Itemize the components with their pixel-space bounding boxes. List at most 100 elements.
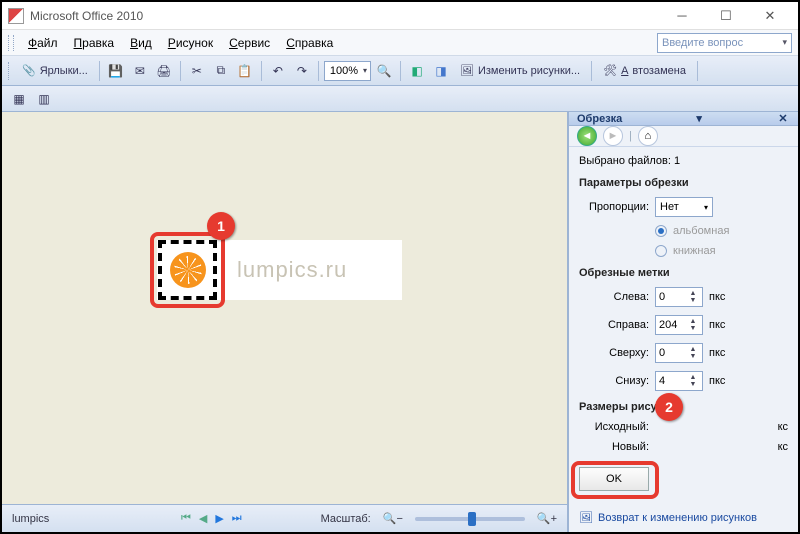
- thumbnail-view-button[interactable]: ▦: [8, 88, 30, 110]
- print-button[interactable]: 🖨: [153, 60, 175, 82]
- redo-button[interactable]: ↷: [291, 60, 313, 82]
- original-dims: кс: [778, 421, 788, 433]
- orientation-landscape-label: альбомная: [673, 225, 729, 237]
- menu-view[interactable]: Вид: [124, 33, 158, 53]
- titlebar: Microsoft Office 2010 ─ ☐ ✕: [2, 2, 798, 30]
- aspect-label: Пропорции:: [579, 201, 649, 213]
- autocorrect-button[interactable]: 🛠 Автозамена: [597, 60, 692, 82]
- panel-close-icon[interactable]: ✕: [776, 112, 790, 125]
- save-button[interactable]: 💾: [105, 60, 127, 82]
- zoom-in-icon[interactable]: 🔍+: [537, 512, 557, 525]
- unit-label: пкс: [709, 375, 725, 387]
- copy-button[interactable]: ⧉: [210, 60, 232, 82]
- nav-next-icon[interactable]: ▶: [215, 512, 223, 525]
- unit-label: пкс: [709, 347, 725, 359]
- ok-highlight: [571, 461, 659, 499]
- original-label: Исходный:: [579, 421, 649, 433]
- toolbar: 📎 Ярлыки... 💾 ✉ 🖨 ✂ ⧉ 📋 ↶ ↷ 100% ▾ 🔍 ◧ ◨…: [2, 56, 798, 86]
- aspect-select[interactable]: Нет ▾: [655, 197, 713, 217]
- chevron-down-icon: ▾: [704, 203, 708, 212]
- app-window: Microsoft Office 2010 ─ ☐ ✕ Файл Правка …: [0, 0, 800, 534]
- side-panel-header: Обрезка ▾ ✕: [569, 112, 798, 126]
- filmstrip-view-button[interactable]: ▥: [33, 88, 55, 110]
- tool-a-button[interactable]: ◧: [406, 60, 428, 82]
- side-panel-nav: ◄ ► | ⌂: [569, 126, 798, 147]
- menu-help[interactable]: Справка: [280, 33, 339, 53]
- window-title: Microsoft Office 2010: [30, 9, 660, 23]
- cut-button[interactable]: ✂: [186, 60, 208, 82]
- right-input[interactable]: 204▲▼: [655, 315, 703, 335]
- autocorrect-icon: 🛠: [603, 64, 617, 77]
- panel-menu-icon[interactable]: ▾: [692, 112, 706, 125]
- right-label: Справа:: [579, 319, 649, 331]
- edit-pictures-button[interactable]: 🖼 Изменить рисунки...: [454, 60, 586, 82]
- top-label: Сверху:: [579, 347, 649, 359]
- chevron-down-icon: ▾: [363, 66, 367, 75]
- edit-pictures-icon: 🖼: [460, 64, 474, 77]
- close-button[interactable]: ✕: [748, 2, 792, 29]
- nav-first-icon[interactable]: ⏮: [181, 512, 191, 525]
- shortcuts-icon: 📎: [22, 64, 36, 77]
- menu-edit[interactable]: Правка: [68, 33, 121, 53]
- viewbar: ▦ ▥: [2, 86, 798, 112]
- paste-button[interactable]: 📋: [234, 60, 256, 82]
- nav-last-icon[interactable]: ⏭: [232, 512, 242, 525]
- annotation-badge-1: 1: [207, 212, 235, 240]
- toolbar-grip[interactable]: [8, 62, 12, 80]
- top-input[interactable]: 0▲▼: [655, 343, 703, 363]
- side-panel-title: Обрезка: [577, 113, 622, 125]
- status-filename: lumpics: [12, 513, 102, 525]
- orange-slice-icon: [170, 252, 206, 288]
- statusbar: lumpics ⏮ ◀ ▶ ⏭ Масштаб: 🔍− 🔍+: [2, 504, 567, 532]
- zoom-slider[interactable]: [415, 517, 525, 521]
- orientation-landscape-radio[interactable]: [655, 225, 667, 237]
- size-title: Размеры рисунка: [579, 401, 788, 413]
- canvas[interactable]: lumpics.ru 1: [2, 112, 567, 504]
- ask-question-box[interactable]: Введите вопрос ▾: [657, 33, 792, 53]
- menu-picture[interactable]: Рисунок: [162, 33, 219, 53]
- undo-button[interactable]: ↶: [267, 60, 289, 82]
- menu-file[interactable]: Файл: [22, 33, 64, 53]
- spinner-icon[interactable]: ▲▼: [687, 318, 699, 332]
- spinner-icon[interactable]: ▲▼: [687, 346, 699, 360]
- unit-label: пкс: [709, 319, 725, 331]
- menu-tools[interactable]: Сервис: [223, 33, 276, 53]
- crop-highlight: [150, 232, 225, 308]
- zoom-label: Масштаб:: [321, 513, 371, 525]
- orientation-portrait-radio[interactable]: [655, 245, 667, 257]
- nav-prev-icon[interactable]: ◀: [199, 512, 207, 525]
- spinner-icon[interactable]: ▲▼: [687, 290, 699, 304]
- minimize-button[interactable]: ─: [660, 2, 704, 29]
- zoom-thumb[interactable]: [468, 512, 476, 526]
- spinner-icon[interactable]: ▲▼: [687, 374, 699, 388]
- left-label: Слева:: [579, 291, 649, 303]
- nav-forward-icon[interactable]: ►: [603, 126, 623, 146]
- zoom-combo[interactable]: 100% ▾: [324, 61, 371, 81]
- selected-files-text: Выбрано файлов: 1: [579, 155, 788, 167]
- back-to-edit-link[interactable]: 🖼 Возврат к изменению рисунков: [579, 511, 788, 525]
- maximize-button[interactable]: ☐: [704, 2, 748, 29]
- tool-b-button[interactable]: ◨: [430, 60, 452, 82]
- orientation-portrait-label: книжная: [673, 245, 716, 257]
- mail-button[interactable]: ✉: [129, 60, 151, 82]
- crop-params-title: Параметры обрезки: [579, 177, 788, 189]
- nav-back-icon[interactable]: ◄: [577, 126, 597, 146]
- menubar: Файл Правка Вид Рисунок Сервис Справка В…: [2, 30, 798, 56]
- left-input[interactable]: 0▲▼: [655, 287, 703, 307]
- ask-placeholder: Введите вопрос: [662, 37, 743, 49]
- zoom-out-icon[interactable]: 🔍−: [383, 512, 403, 525]
- nav-home-icon[interactable]: ⌂: [638, 126, 658, 146]
- new-label: Новый:: [579, 441, 649, 453]
- bottom-label: Снизу:: [579, 375, 649, 387]
- crop-marks-title: Обрезные метки: [579, 267, 788, 279]
- shortcuts-button[interactable]: 📎 Ярлыки...: [16, 60, 94, 82]
- content-area: lumpics.ru 1 lumpics ⏮ ◀ ▶ ⏭ Масштаб:: [2, 112, 798, 532]
- canvas-area: lumpics.ru 1 lumpics ⏮ ◀ ▶ ⏭ Масштаб:: [2, 112, 568, 532]
- bottom-input[interactable]: 4▲▼: [655, 371, 703, 391]
- app-icon: [8, 8, 24, 24]
- annotation-badge-2: 2: [655, 393, 683, 421]
- menubar-grip[interactable]: [8, 35, 14, 51]
- zoom-fit-button[interactable]: 🔍: [373, 60, 395, 82]
- new-dims: кс: [778, 441, 788, 453]
- crop-selection[interactable]: [158, 240, 217, 300]
